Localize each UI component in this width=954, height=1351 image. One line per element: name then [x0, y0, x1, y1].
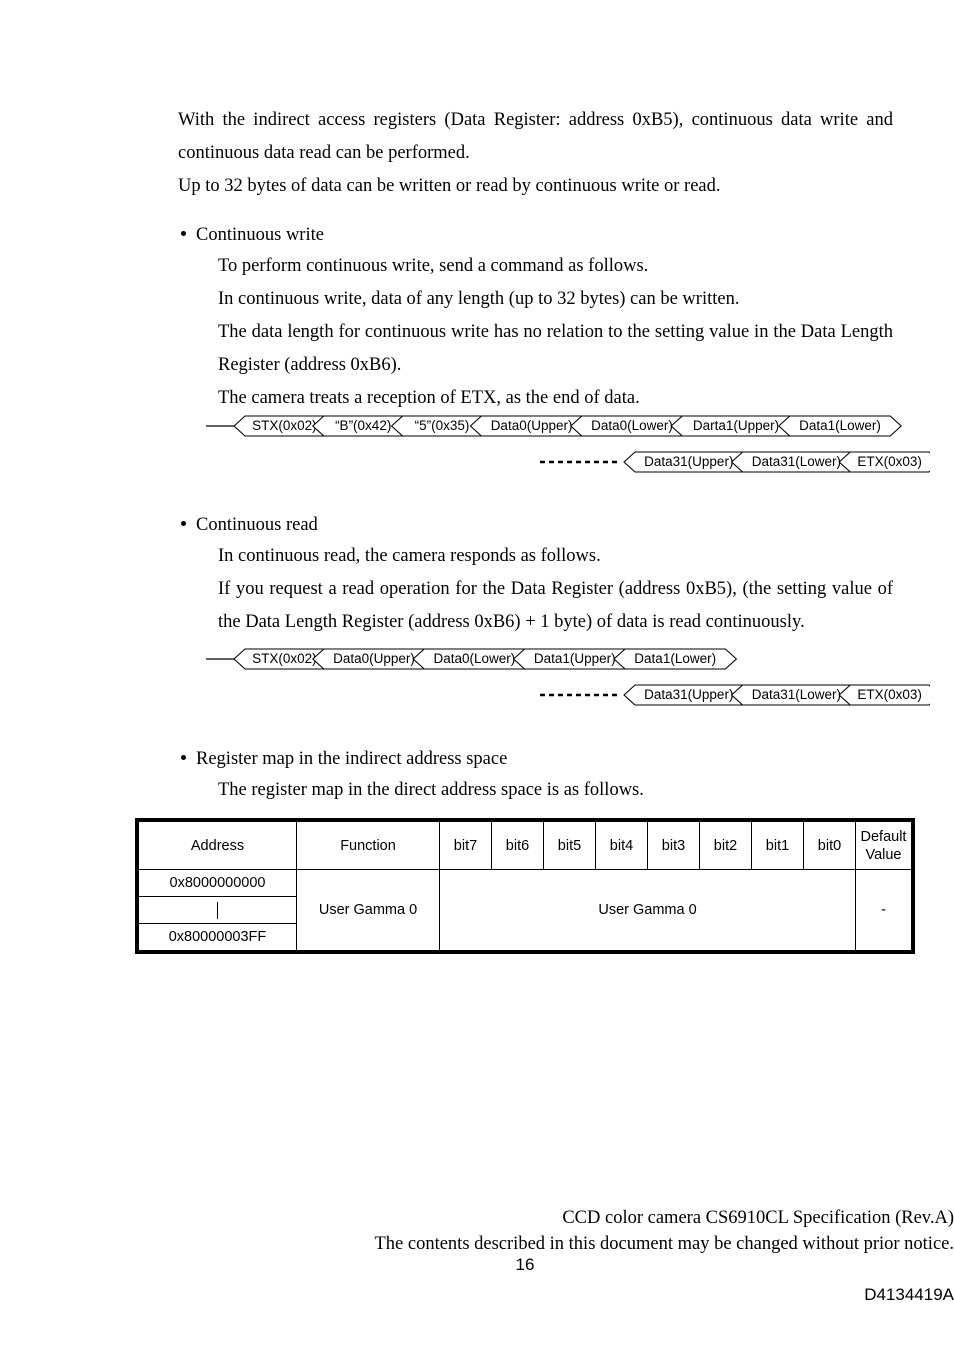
waveform-cell-label: ETX(0x03)	[857, 454, 922, 469]
section-continuous-read: Continuous read In continuous read, the …	[178, 510, 893, 639]
waveform-cell-label: “5”(0x35)	[415, 418, 470, 433]
waveform-cell-label: Data0(Lower)	[591, 418, 673, 433]
write-diagram-row-1: STX(0x02) “B”(0x42) “5”(0x35) Data0(Upper) D…	[206, 415, 903, 437]
header-cell-default-value: Default Value	[855, 820, 913, 870]
header-cell-bit3: bit3	[647, 820, 700, 870]
table-row: 0x8000000000 User Gamma 0 User Gamma 0 -	[137, 869, 913, 952]
section-body-continuous-write: To perform continuous write, send a comm…	[218, 250, 893, 415]
cell-address-end: 0x80000003FF	[137, 923, 297, 952]
waveform-cell-label: STX(0x02)	[252, 418, 317, 433]
default-value-line-2: Value	[865, 846, 902, 863]
header-cell-bit0: bit0	[803, 820, 856, 870]
header-cell-address: Address	[137, 820, 297, 870]
header-cell-bit2: bit2	[699, 820, 752, 870]
waveform-cell-label: Data0(Upper)	[491, 418, 573, 433]
body-line: In continuous read, the camera responds …	[218, 546, 601, 566]
default-value-line-1: Default	[860, 828, 907, 845]
document-page: With the indirect access registers (Data…	[0, 0, 954, 1351]
footer-notice: The contents described in this document …	[374, 1234, 954, 1254]
bullet-dot-icon	[181, 231, 186, 236]
bullet-dot-icon	[181, 521, 186, 526]
waveform-cell-label: Data31(Lower)	[752, 687, 841, 702]
section-heading-continuous-read: Continuous read	[178, 510, 893, 540]
waveform-cell-label: Data1(Upper)	[534, 651, 616, 666]
waveform-cell-label: Data31(Upper)	[644, 454, 733, 469]
continuous-write-diagram: STX(0x02) “B”(0x42) “5”(0x35) Data0(Upper) D…	[200, 408, 930, 508]
header-cell-function: Function	[296, 820, 440, 870]
section-heading-label: Continuous read	[196, 515, 318, 535]
read-diagram-row-2: Data31(Upper) Data31(Lower) ETX(0x03)	[540, 684, 930, 706]
waveform-cell-label: Data0(Lower)	[434, 651, 516, 666]
header-cell-bit5: bit5	[543, 820, 596, 870]
section-heading-label: Register map in the indirect address spa…	[196, 749, 508, 769]
waveform-cell-label: ETX(0x03)	[857, 687, 922, 702]
register-map-table: Address Function bit7 bit6 bit5 bit4 bit…	[135, 818, 915, 954]
continuous-read-diagram: STX(0x02) Data0(Upper) Data0(Lower) Data1(U…	[200, 641, 930, 741]
waveform-cell-label: Darta1(Upper)	[693, 418, 779, 433]
waveform-cell-label: STX(0x02)	[252, 651, 317, 666]
register-map-table-wrapper: Address Function bit7 bit6 bit5 bit4 bit…	[135, 818, 915, 954]
waveform-cell-label: “B”(0x42)	[335, 418, 391, 433]
section-body-register-map: The register map in the direct address s…	[218, 774, 893, 807]
waveform-cell-label: Data1(Lower)	[799, 418, 881, 433]
page-number: 16	[515, 1255, 535, 1274]
vertical-tick-icon	[217, 901, 218, 919]
waveform-cell-label: Data31(Lower)	[752, 454, 841, 469]
section-heading-register-map: Register map in the indirect address spa…	[178, 744, 893, 774]
document-code: D4134419A	[864, 1285, 954, 1304]
waveform-cell-label: Data31(Upper)	[644, 687, 733, 702]
section-heading-label: Continuous write	[196, 225, 324, 245]
body-line: To perform continuous write, send a comm…	[218, 256, 649, 276]
cell-default-value: -	[855, 869, 913, 952]
cell-bits-value: User Gamma 0	[439, 869, 856, 952]
section-continuous-write: Continuous write To perform continuous w…	[178, 220, 893, 415]
body-line: In continuous write, data of any length …	[218, 289, 740, 309]
cell-function: User Gamma 0	[296, 869, 440, 952]
body-line: The data length for continuous write has…	[218, 322, 893, 375]
header-cell-bit6: bit6	[491, 820, 544, 870]
write-diagram-row-2: Data31(Upper) Data31(Lower) ETX(0x03)	[540, 451, 930, 473]
cell-address-range-tick	[137, 896, 297, 924]
intro-line-1: With the indirect access registers (Data…	[178, 110, 893, 163]
body-line: The register map in the direct address s…	[218, 780, 644, 800]
footer-specification: CCD color camera CS6910CL Specification …	[562, 1208, 954, 1228]
header-cell-bit4: bit4	[595, 820, 648, 870]
body-line: If you request a read operation for the …	[218, 579, 893, 632]
waveform-cell-label: Data1(Lower)	[634, 651, 716, 666]
intro-paragraph: With the indirect access registers (Data…	[178, 104, 893, 203]
table-header-row: Address Function bit7 bit6 bit5 bit4 bit…	[137, 820, 913, 870]
cell-address-start: 0x8000000000	[137, 869, 297, 897]
section-heading-continuous-write: Continuous write	[178, 220, 893, 250]
section-body-continuous-read: In continuous read, the camera responds …	[218, 540, 893, 639]
header-cell-bit1: bit1	[751, 820, 804, 870]
waveform-cell-label: Data0(Upper)	[333, 651, 415, 666]
header-cell-bit7: bit7	[439, 820, 492, 870]
section-register-map: Register map in the indirect address spa…	[178, 744, 893, 807]
read-diagram-row-1: STX(0x02) Data0(Upper) Data0(Lower) Data1(U…	[206, 648, 738, 670]
intro-line-2: Up to 32 bytes of data can be written or…	[178, 176, 721, 196]
bullet-dot-icon	[181, 755, 186, 760]
